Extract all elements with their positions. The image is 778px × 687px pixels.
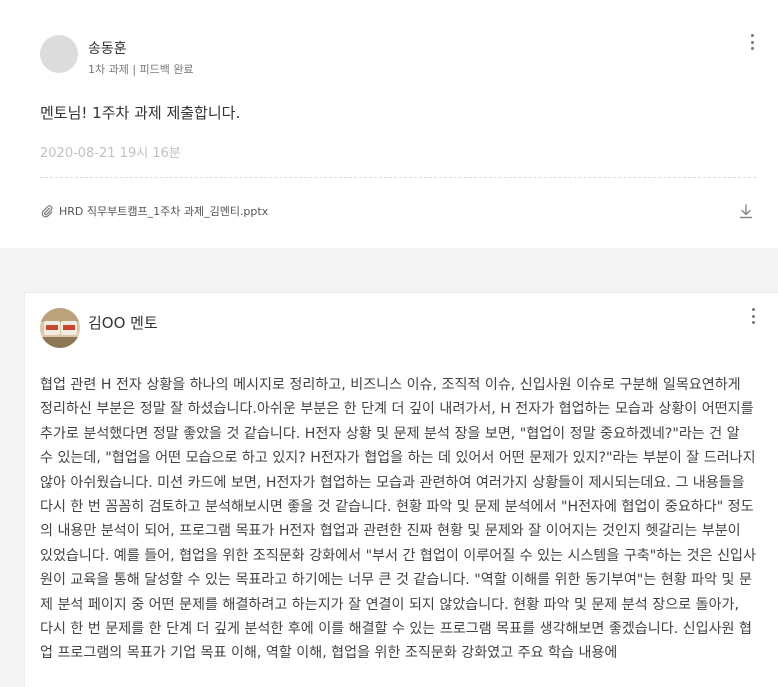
kebab-menu-icon[interactable] xyxy=(747,308,759,324)
submission-post: 송동훈 1차 과제 | 피드백 완료 멘토님! 1주차 과제 제출합니다. 20… xyxy=(0,0,778,248)
paperclip-icon xyxy=(41,205,53,218)
post-body-text: 멘토님! 1주차 과제 제출합니다. xyxy=(40,104,241,122)
post-timestamp: 2020-08-21 19시 16분 xyxy=(40,146,181,161)
mentor-name: 김OO 멘토 xyxy=(88,314,158,332)
attachment-link[interactable]: HRD 직무부트캠프_1주차 과제_김멘티.pptx xyxy=(40,200,268,222)
mentor-avatar-image xyxy=(40,308,80,348)
post-status-label: 1차 과제 | 피드백 완료 xyxy=(88,63,194,76)
divider xyxy=(40,177,756,178)
avatar xyxy=(40,35,78,73)
comment-body-text: 협업 관련 H 전자 상황을 하나의 메시지로 정리하고, 비즈니스 이슈, 조… xyxy=(40,377,756,662)
attachment-filename: HRD 직무부트캠프_1주차 과제_김멘티.pptx xyxy=(59,205,269,218)
mentor-comment: 김OO 멘토 협업 관련 H 전자 상황을 하나의 메시지로 정리하고, 비즈니… xyxy=(24,292,778,687)
download-icon[interactable] xyxy=(738,202,754,220)
post-author-name: 송동훈 xyxy=(88,41,127,57)
kebab-menu-icon[interactable] xyxy=(746,34,758,50)
